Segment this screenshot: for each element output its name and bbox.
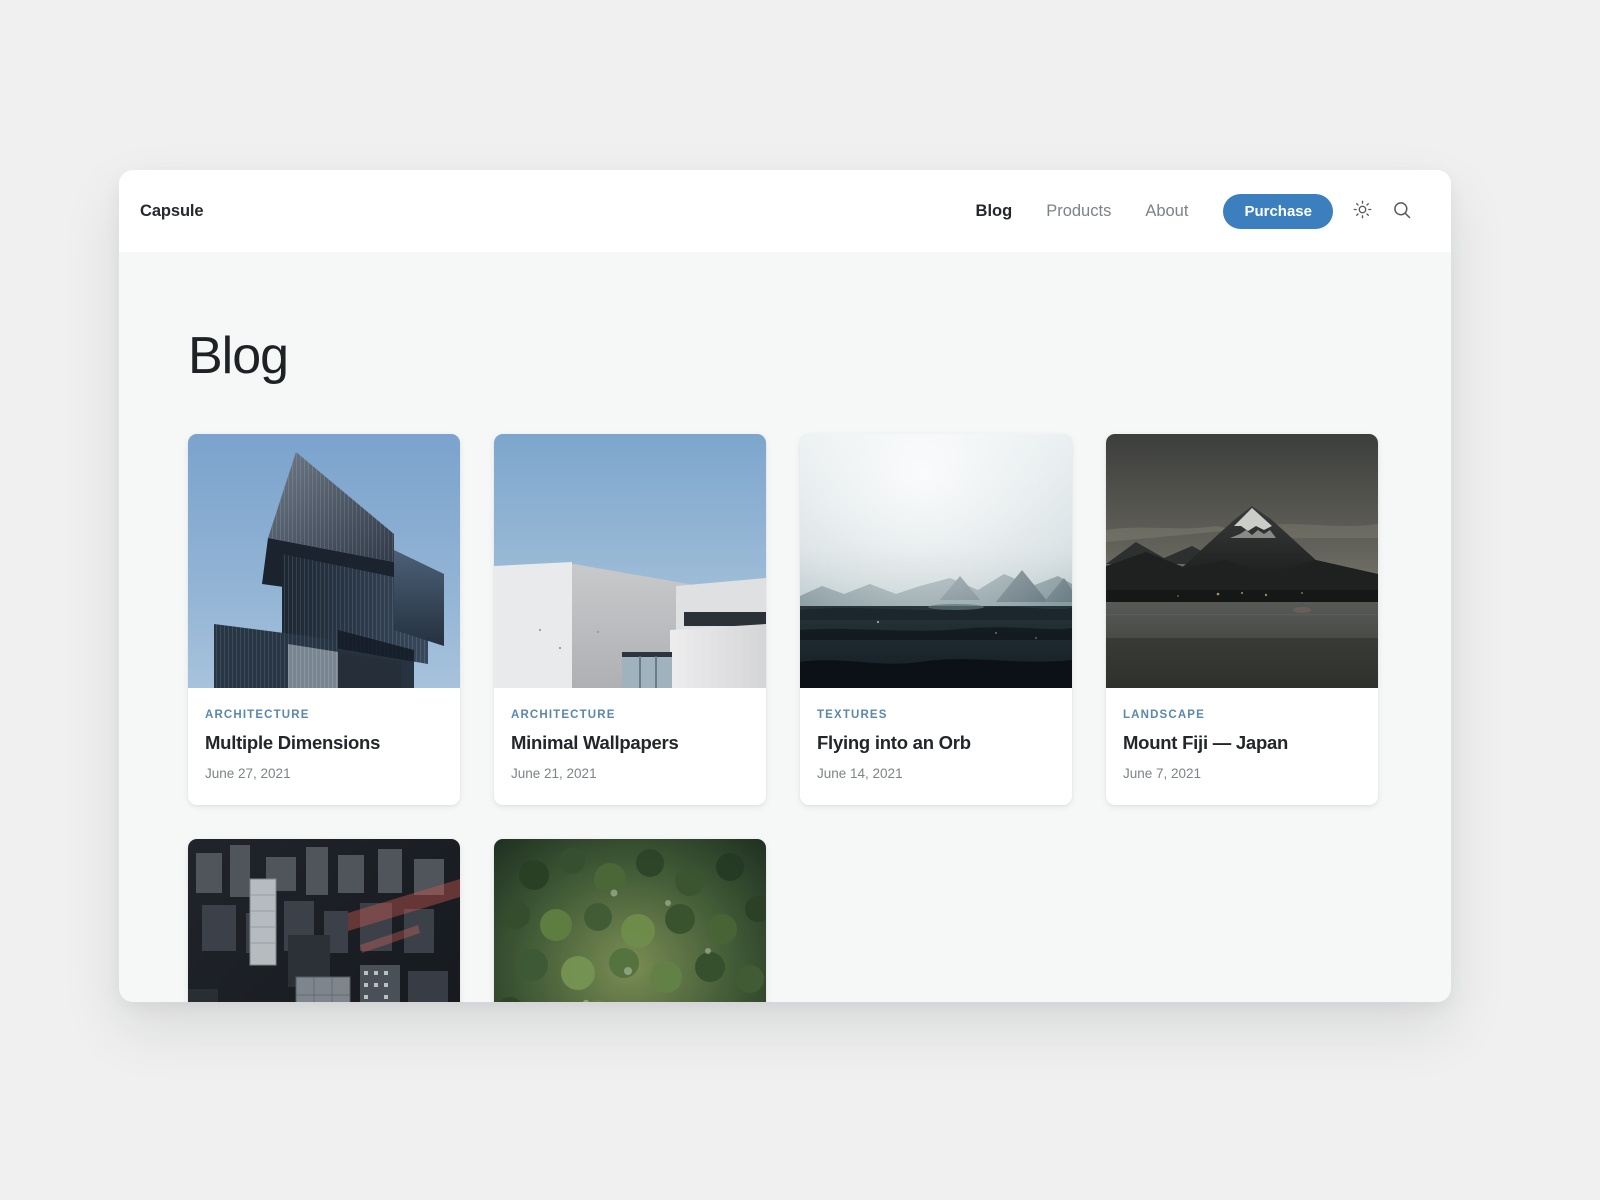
- nav-item-about[interactable]: About: [1128, 202, 1205, 221]
- post-thumbnail-aerial-forest: [494, 839, 766, 1002]
- post-card-body: ARCHITECTURE Multiple Dimensions June 27…: [188, 688, 460, 805]
- post-card-body: ARCHITECTURE Minimal Wallpapers June 21,…: [494, 688, 766, 805]
- post-card-body: LANDSCAPE Mount Fiji — Japan June 7, 202…: [1106, 688, 1378, 805]
- post-category[interactable]: TEXTURES: [817, 709, 1055, 721]
- theme-toggle-button[interactable]: [1345, 194, 1379, 228]
- post-date: June 7, 2021: [1123, 766, 1202, 781]
- post-date: June 14, 2021: [817, 766, 903, 781]
- post-thumbnail-aerial-city: [188, 839, 460, 1002]
- post-card[interactable]: TEXTURES Flying into an Orb June 14, 202…: [800, 434, 1072, 805]
- post-title[interactable]: Mount Fiji — Japan: [1123, 732, 1361, 754]
- post-category[interactable]: LANDSCAPE: [1123, 709, 1361, 721]
- post-thumbnail-misty-volcanic-plain: [800, 434, 1072, 688]
- post-thumbnail-mount-fuji-dusk: [1106, 434, 1378, 688]
- post-title[interactable]: Flying into an Orb: [817, 732, 1055, 754]
- post-thumbnail-angular-glass-building: [188, 434, 460, 688]
- post-grid: ARCHITECTURE Multiple Dimensions June 27…: [188, 434, 1382, 1002]
- post-title[interactable]: Multiple Dimensions: [205, 732, 443, 754]
- post-date: June 27, 2021: [205, 766, 291, 781]
- nav-item-blog[interactable]: Blog: [959, 202, 1030, 221]
- post-card[interactable]: ARCHITECTURE Multiple Dimensions June 27…: [188, 434, 460, 805]
- post-category[interactable]: ARCHITECTURE: [205, 709, 443, 721]
- search-button[interactable]: [1385, 194, 1419, 228]
- nav-item-products[interactable]: Products: [1029, 202, 1128, 221]
- post-date: June 21, 2021: [511, 766, 597, 781]
- brand-logo[interactable]: Capsule: [140, 202, 204, 221]
- post-thumbnail-white-concrete-building: [494, 434, 766, 688]
- post-card[interactable]: [188, 839, 460, 1002]
- post-category[interactable]: ARCHITECTURE: [511, 709, 749, 721]
- sun-icon: [1353, 200, 1372, 222]
- search-icon: [1392, 200, 1412, 223]
- browser-window: Capsule Blog Products About Purchase Blo…: [119, 170, 1451, 1002]
- post-card[interactable]: ARCHITECTURE Minimal Wallpapers June 21,…: [494, 434, 766, 805]
- main-navigation: Blog Products About Purchase: [959, 193, 1419, 229]
- post-card-body: TEXTURES Flying into an Orb June 14, 202…: [800, 688, 1072, 805]
- page-title: Blog: [188, 327, 289, 385]
- site-header: Capsule Blog Products About Purchase: [119, 170, 1451, 252]
- post-card[interactable]: [494, 839, 766, 1002]
- purchase-button[interactable]: Purchase: [1223, 193, 1333, 229]
- post-card[interactable]: LANDSCAPE Mount Fiji — Japan June 7, 202…: [1106, 434, 1378, 805]
- post-title[interactable]: Minimal Wallpapers: [511, 732, 749, 754]
- content-area: Blog ARCHITECTURE Multiple Dimensions Ju…: [119, 252, 1451, 1002]
